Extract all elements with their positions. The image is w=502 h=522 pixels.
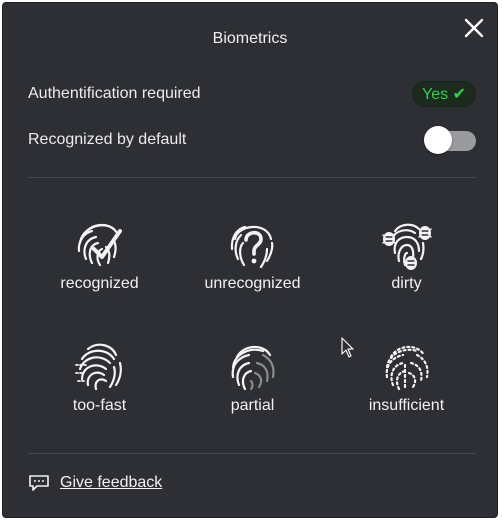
give-feedback-link[interactable]: Give feedback: [60, 474, 162, 492]
state-label: recognized: [60, 275, 139, 292]
toggle-knob: [424, 126, 452, 154]
fingerprint-partial-icon: [231, 345, 275, 391]
auth-required-value: Yes ✔: [422, 86, 466, 103]
close-icon[interactable]: [461, 15, 487, 41]
state-unrecognized-button[interactable]: unrecognized: [176, 213, 329, 313]
mouse-cursor-icon: [341, 337, 354, 358]
auth-required-row: Authentification required Yes ✔: [28, 79, 476, 109]
auth-required-label: Authentification required: [28, 85, 201, 102]
fingerprint-dotted-icon: [385, 345, 429, 391]
state-too-fast-button[interactable]: too-fast: [23, 335, 176, 435]
fingerprint-smeared-icon: [74, 343, 122, 391]
state-label: insufficient: [368, 397, 445, 414]
biometrics-dialog: Biometrics Authentification required Yes…: [2, 2, 498, 518]
state-label: partial: [230, 397, 275, 414]
state-recognized-button[interactable]: recognized: [23, 213, 176, 313]
dialog-title: Biometrics: [212, 30, 288, 47]
recognized-default-toggle[interactable]: [424, 125, 476, 155]
state-label: too-fast: [72, 397, 127, 414]
divider: [28, 177, 476, 178]
recognized-default-label: Recognized by default: [28, 131, 187, 148]
fingerprint-state-grid: recognized unrecognized dirty too-fast p…: [23, 203, 483, 443]
chat-bubble-icon: [29, 475, 49, 491]
auth-required-toggle[interactable]: Yes ✔: [412, 81, 476, 107]
fingerprint-check-icon: [77, 223, 122, 267]
state-label: dirty: [391, 275, 422, 292]
fingerprint-bugs-icon: [381, 223, 432, 270]
divider: [28, 453, 476, 454]
feedback-row: Give feedback: [28, 474, 162, 492]
recognized-default-row: Recognized by default: [28, 125, 476, 155]
fingerprint-question-icon: [230, 225, 273, 269]
state-partial-button[interactable]: partial: [176, 335, 329, 435]
state-label: unrecognized: [204, 275, 301, 292]
state-dirty-button[interactable]: dirty: [330, 213, 483, 313]
